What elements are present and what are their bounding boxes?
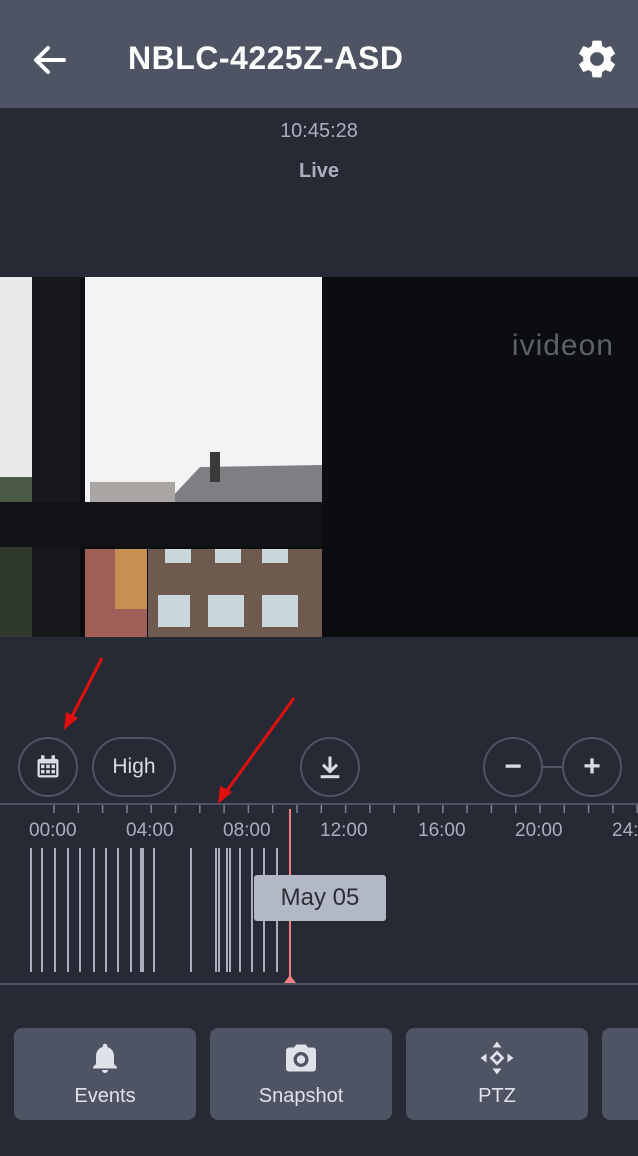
ptz-directions-icon <box>480 1041 514 1075</box>
more-button[interactable] <box>602 1028 638 1120</box>
snapshot-label: Snapshot <box>258 1085 344 1107</box>
events-label: Events <box>74 1085 136 1107</box>
hour-label: 04:00 <box>126 820 174 841</box>
events-button[interactable]: Events <box>14 1028 196 1120</box>
top-bar: NBLC-4225Z-ASD <box>0 0 638 108</box>
gear-icon[interactable] <box>574 36 620 82</box>
back-arrow-icon[interactable] <box>28 38 72 82</box>
annotation-arrows <box>64 657 296 804</box>
hour-label: 08:00 <box>223 820 271 841</box>
hour-label: 12:00 <box>320 820 368 841</box>
watermark: ivideon <box>511 329 614 362</box>
camera-title: NBLC-4225Z-ASD <box>128 40 404 76</box>
live-indicator: Live <box>298 160 340 182</box>
camera-icon <box>286 1044 316 1072</box>
hour-label: 16:00 <box>418 820 466 841</box>
hour-label: 00:00 <box>29 820 77 841</box>
video-player[interactable]: ivideon <box>0 277 638 637</box>
ptz-label: PTZ <box>478 1085 516 1107</box>
hour-label: 24:00 <box>612 820 638 841</box>
date-badge: May 05 <box>254 875 386 921</box>
snapshot-button[interactable]: Snapshot <box>210 1028 392 1120</box>
bell-icon <box>93 1043 117 1073</box>
arrow-head-icon <box>64 712 78 730</box>
hour-label: 20:00 <box>515 820 563 841</box>
playhead-marker <box>284 975 296 983</box>
current-time: 10:45:28 <box>280 120 358 142</box>
ptz-button[interactable]: PTZ <box>406 1028 588 1120</box>
